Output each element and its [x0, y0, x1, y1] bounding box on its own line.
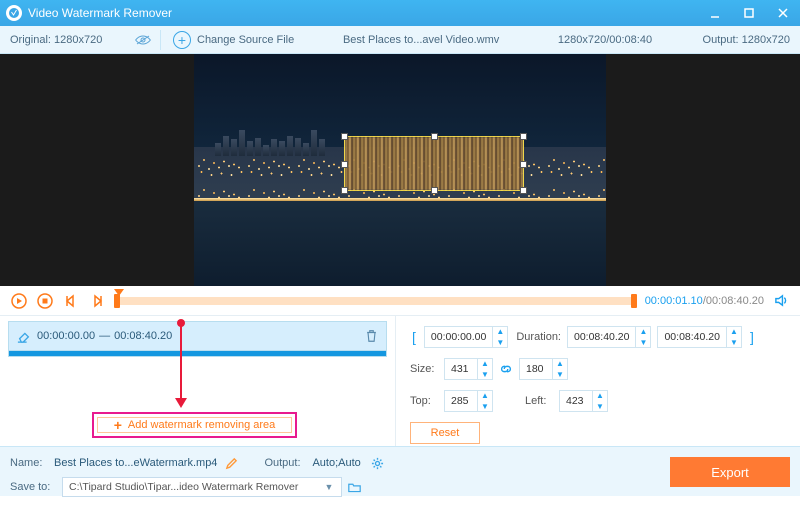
stop-button[interactable] — [36, 292, 54, 310]
output-dims-label: Output: 1280x720 — [670, 34, 800, 46]
eraser-icon — [17, 329, 31, 343]
delete-clip-button[interactable] — [365, 329, 378, 343]
edit-name-button[interactable] — [225, 457, 238, 470]
maximize-button[interactable] — [732, 0, 766, 26]
set-start-button[interactable] — [62, 292, 80, 310]
watermark-blur-fill — [345, 137, 523, 190]
params-panel: [ 00:00:00.00▲▼ Duration: 00:08:40.20▲▼ … — [396, 316, 800, 446]
open-folder-button[interactable] — [348, 481, 361, 494]
toolbar: Original: 1280x720 + Change Source File … — [0, 26, 800, 54]
set-end-button[interactable] — [88, 292, 106, 310]
close-button[interactable] — [766, 0, 800, 26]
spin-up[interactable]: ▲ — [636, 326, 650, 337]
range-start-handle[interactable] — [114, 294, 120, 308]
resize-handle-se[interactable] — [520, 187, 527, 194]
saveto-label: Save to: — [10, 481, 56, 493]
minimize-button[interactable] — [698, 0, 732, 26]
volume-button[interactable] — [772, 292, 790, 310]
spin-down[interactable]: ▼ — [593, 401, 607, 412]
dash: — — [99, 330, 110, 342]
reset-button[interactable]: Reset — [410, 422, 480, 444]
playback-controls: 00:00:01.10/00:08:40.20 — [0, 286, 800, 316]
output-name-value: Best Places to...eWatermark.mp4 — [54, 457, 217, 469]
plus-icon: + — [173, 31, 191, 49]
resize-handle-s[interactable] — [431, 187, 438, 194]
left-input[interactable]: 423▲▼ — [559, 390, 608, 412]
height-input[interactable]: 180▲▼ — [519, 358, 568, 380]
timeline-slider[interactable] — [114, 297, 637, 305]
video-frame[interactable] — [194, 54, 606, 286]
add-area-label: Add watermark removing area — [128, 419, 275, 431]
bracket-end-button[interactable]: ] — [748, 329, 756, 345]
range-end-handle[interactable] — [631, 294, 637, 308]
export-button[interactable]: Export — [670, 457, 790, 487]
clip-track-fill — [9, 351, 386, 356]
play-button[interactable] — [10, 292, 28, 310]
spin-down[interactable]: ▼ — [493, 337, 507, 348]
resize-handle-ne[interactable] — [520, 133, 527, 140]
change-source-label: Change Source File — [197, 34, 294, 46]
clip-start-time: 00:00:00.00 — [37, 330, 95, 342]
resize-handle-n[interactable] — [431, 133, 438, 140]
duration-input[interactable]: 00:08:40.20▲▼ — [567, 326, 651, 348]
resize-handle-nw[interactable] — [341, 133, 348, 140]
preview-toggle-icon[interactable] — [130, 33, 156, 47]
bracket-start-button[interactable]: [ — [410, 329, 418, 345]
spin-down[interactable]: ▼ — [478, 401, 492, 412]
left-label: Left: — [525, 395, 553, 407]
app-logo — [6, 5, 22, 21]
spin-up[interactable]: ▲ — [727, 326, 741, 337]
change-source-button[interactable]: + Change Source File — [165, 31, 302, 49]
source-filename: Best Places to...avel Video.wmv — [343, 34, 499, 46]
titlebar: Video Watermark Remover — [0, 0, 800, 26]
spin-down[interactable]: ▼ — [636, 337, 650, 348]
output-label: Output: — [264, 457, 306, 469]
clips-panel: 00:00:00.00 — 00:08:40.20 + Add watermar… — [0, 316, 396, 446]
saveto-path: C:\Tipard Studio\Tipar...ideo Watermark … — [69, 481, 321, 493]
top-label: Top: — [410, 395, 438, 407]
add-watermark-area-button[interactable]: + Add watermark removing area — [92, 412, 297, 438]
total-time: 00:08:40.20 — [706, 295, 764, 307]
width-input[interactable]: 431▲▼ — [444, 358, 493, 380]
clip-track[interactable] — [8, 351, 387, 357]
plus-icon: + — [114, 417, 122, 433]
spin-up[interactable]: ▲ — [553, 358, 567, 369]
resize-handle-sw[interactable] — [341, 187, 348, 194]
separator — [160, 30, 161, 50]
playback-time: 00:00:01.10/00:08:40.20 — [645, 295, 764, 307]
name-label: Name: — [10, 457, 48, 469]
original-dims-label: Original: 1280x720 — [0, 34, 130, 46]
link-aspect-button[interactable] — [499, 362, 513, 376]
spin-down[interactable]: ▼ — [478, 369, 492, 380]
watermark-selection-box[interactable] — [344, 136, 524, 191]
spin-up[interactable]: ▲ — [493, 326, 507, 337]
playhead-icon[interactable] — [114, 289, 124, 296]
start-time-input[interactable]: 00:00:00.00▲▼ — [424, 326, 508, 348]
video-preview-area — [0, 54, 800, 286]
resize-handle-e[interactable] — [520, 161, 527, 168]
duration-label: Duration: — [516, 331, 561, 343]
saveto-dropdown[interactable]: C:\Tipard Studio\Tipar...ideo Watermark … — [62, 477, 342, 497]
annotation-arrow — [180, 321, 182, 406]
output-settings-button[interactable] — [371, 457, 384, 470]
current-time: 00:00:01.10 — [645, 295, 703, 307]
output-format-value: Auto;Auto — [312, 457, 360, 469]
end-time-input[interactable]: 00:08:40.20▲▼ — [657, 326, 741, 348]
editor-panels: 00:00:00.00 — 00:08:40.20 + Add watermar… — [0, 316, 800, 446]
size-label: Size: — [410, 363, 438, 375]
clip-item[interactable]: 00:00:00.00 — 00:08:40.20 — [8, 321, 387, 351]
source-dims-duration: 1280x720/00:08:40 — [558, 34, 652, 46]
timeline-range — [116, 297, 635, 305]
chevron-down-icon[interactable]: ▼ — [321, 482, 337, 492]
bottom-bar: Name: Best Places to...eWatermark.mp4 Ou… — [0, 446, 800, 496]
spin-up[interactable]: ▲ — [593, 390, 607, 401]
resize-handle-w[interactable] — [341, 161, 348, 168]
spin-up[interactable]: ▲ — [478, 358, 492, 369]
spin-down[interactable]: ▼ — [727, 337, 741, 348]
app-title: Video Watermark Remover — [28, 6, 698, 20]
spin-down[interactable]: ▼ — [553, 369, 567, 380]
top-input[interactable]: 285▲▼ — [444, 390, 493, 412]
clip-end-time: 00:08:40.20 — [114, 330, 172, 342]
spin-up[interactable]: ▲ — [478, 390, 492, 401]
